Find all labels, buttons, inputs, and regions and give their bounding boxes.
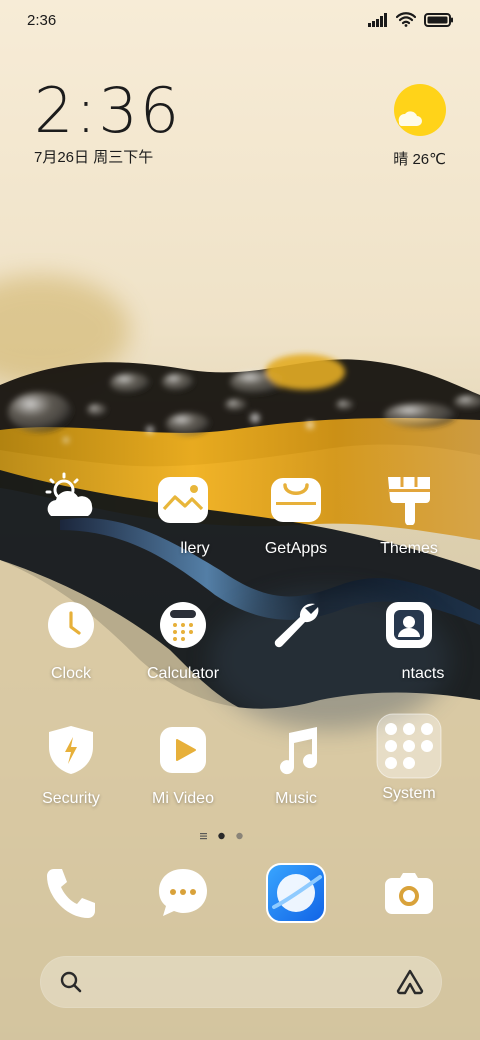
camera-icon [385,873,433,914]
calculator-icon [155,597,211,653]
dock-messaging[interactable] [153,863,213,923]
app-contacts[interactable]: ntacts [359,597,459,683]
app-label: ntacts [401,665,445,682]
app-music[interactable]: Music [246,722,346,808]
status-bar: 2:36 [0,0,480,42]
security-icon [43,722,99,778]
list-icon [200,833,207,840]
mivideo-icon [155,722,211,778]
app-gallery[interactable]: llery [133,472,233,558]
sun-cloud-icon [393,84,446,136]
search-icon[interactable] [60,971,82,993]
app-label: Music [275,790,317,807]
clock-time: 2:36 [34,74,182,147]
browser-icon [266,863,326,923]
weather-icon [43,472,99,528]
clock-icon [43,597,99,653]
app-label: System [382,785,436,802]
app-label: Mi Video [152,790,214,807]
wrench-icon [268,597,324,653]
clock-widget[interactable]: 2:36 7月26日 周三下午 [34,80,181,167]
dock-phone[interactable] [40,863,100,923]
app-clock[interactable]: Clock [21,597,121,683]
app-label: GetApps [264,540,328,557]
app-settings[interactable] [246,597,346,665]
weather-text: 晴 26℃ [393,151,446,168]
app-system-folder[interactable]: System [359,713,459,803]
music-icon [268,722,324,778]
weather-widget[interactable]: 晴 26℃ [393,84,446,169]
phone-icon [47,869,95,918]
app-label: Calculator [146,665,220,682]
app-calculator[interactable]: Calculator [133,597,233,683]
status-time: 2:36 [27,12,57,29]
signal-icon [368,12,387,27]
app-label: Themes [380,540,438,557]
app-label: Clock [50,665,91,682]
app-mivideo[interactable]: Mi Video [133,722,233,808]
dock-camera[interactable] [379,863,439,923]
app-weather[interactable] [21,472,121,540]
app-themes[interactable]: Themes [359,472,459,558]
status-icons [368,12,454,27]
themes-icon [381,472,437,528]
messaging-icon [159,869,207,916]
page-dot-active [218,832,225,840]
app-security[interactable]: Security [21,722,121,808]
gallery-icon [155,472,211,528]
battery-icon [424,12,453,27]
page-dot [236,832,243,840]
page-indicator[interactable] [198,829,282,841]
contacts-icon [381,597,437,653]
app-label: llery [180,540,210,557]
system-folder-icon [376,713,442,779]
clock-date: 7月26日 周三下午 [34,149,154,166]
assistant-icon[interactable] [396,969,424,995]
app-label: Security [42,790,100,807]
search-bar[interactable] [40,956,442,1008]
app-getapps[interactable]: GetApps [246,472,346,558]
wifi-icon [396,12,416,27]
getapps-icon [268,472,324,528]
dock-browser[interactable] [266,863,326,923]
